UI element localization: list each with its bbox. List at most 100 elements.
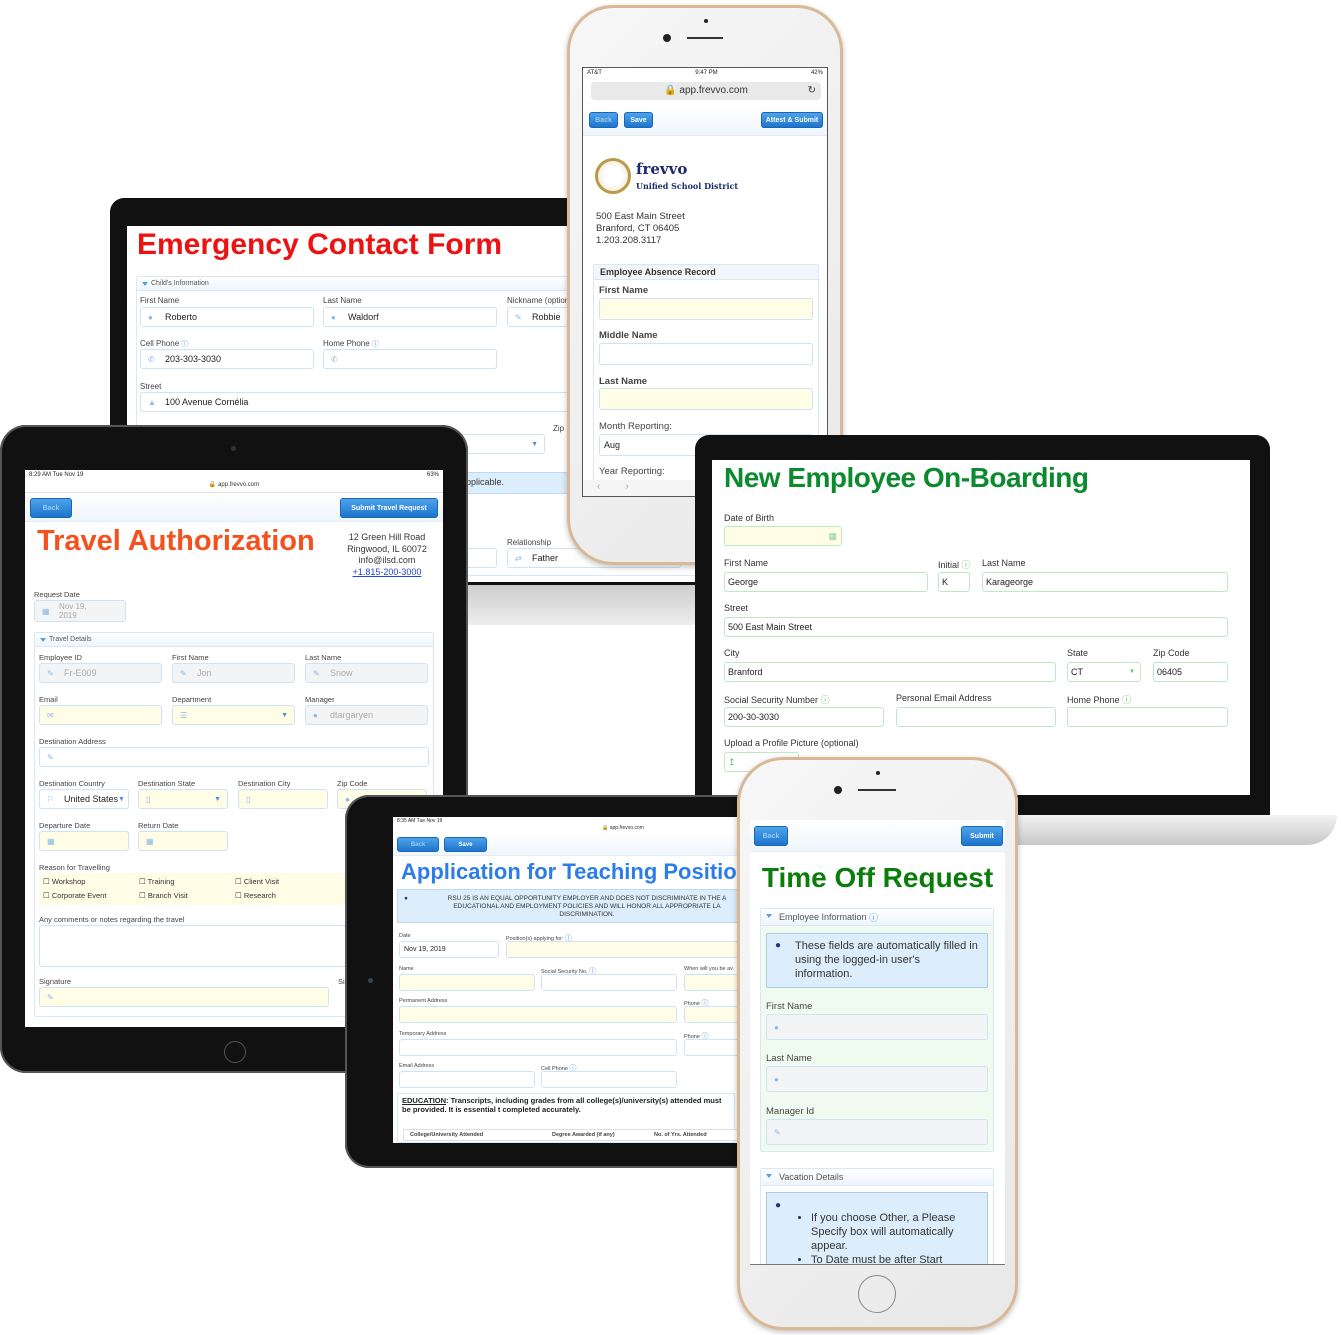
first-name-input[interactable]: ● Roberto xyxy=(140,307,314,327)
label: Client Visit xyxy=(243,877,280,886)
cell-phone-input[interactable]: ✆ 203-303-3030 xyxy=(140,349,314,369)
label: Research xyxy=(243,891,276,900)
envelope-icon: ✉ xyxy=(47,710,54,720)
temporary-address-input[interactable] xyxy=(399,1039,677,1056)
home-button[interactable] xyxy=(858,1275,896,1313)
ssn-input[interactable]: 200-30-3030 xyxy=(724,707,884,727)
initial-input[interactable]: K xyxy=(938,572,970,592)
section-header[interactable]: Vacation Details xyxy=(761,1169,993,1186)
calendar-icon[interactable]: ▦ xyxy=(828,531,837,542)
prev-arrow-icon[interactable]: ‹ xyxy=(597,481,600,492)
date-input[interactable]: Nov 19, 2019 xyxy=(399,941,499,958)
label-zip: Zip xyxy=(553,424,565,433)
toolbar: Back Submit Travel Request xyxy=(25,492,443,522)
save-button[interactable]: Save xyxy=(624,112,653,128)
submit-button[interactable]: Submit xyxy=(961,826,1003,846)
cell-phone-input[interactable] xyxy=(541,1071,677,1088)
first-name-input[interactable] xyxy=(599,298,813,320)
checkbox-training[interactable]: ☐ Training xyxy=(139,877,175,886)
home-button[interactable] xyxy=(224,1041,246,1063)
info-icon[interactable]: ⓘ xyxy=(1122,695,1131,705)
info-icon[interactable]: ⓘ xyxy=(869,911,878,924)
phone-link[interactable]: +1.815-200-3000 xyxy=(337,567,437,579)
checkbox-workshop[interactable]: ☐ Workshop xyxy=(43,877,85,886)
state-select[interactable]: CT ▼ xyxy=(1067,662,1141,682)
last-name-input[interactable]: ● Waldorf xyxy=(323,307,497,327)
city-input[interactable]: Branford xyxy=(724,662,1056,682)
first-name-input[interactable]: George xyxy=(724,572,928,592)
attest-submit-button[interactable]: Attest & Submit xyxy=(761,112,823,128)
laptop-base xyxy=(468,585,708,625)
signature-input[interactable]: ✎ xyxy=(39,987,329,1007)
middle-name-input[interactable] xyxy=(599,343,813,365)
destination-address-input[interactable]: ✎ xyxy=(39,747,429,767)
first-name-input[interactable]: ✎ Jon xyxy=(172,663,295,683)
departure-date-input[interactable]: ▦ xyxy=(39,831,129,851)
destination-city-input[interactable]: ▯ xyxy=(238,789,328,809)
label-dob: Date of Birth xyxy=(724,513,775,523)
home-phone-input[interactable]: ✆ xyxy=(323,349,497,369)
chevron-down-icon: ▼ xyxy=(214,795,221,803)
first-name-input[interactable]: ● xyxy=(766,1014,988,1040)
label-available: When will you be av xyxy=(684,966,733,972)
url-bar[interactable]: 🔒 app.frevvo.com ↻ xyxy=(591,82,821,100)
return-date-input[interactable]: ▦ xyxy=(138,831,228,851)
teaching-form-screen: 8:35 AM Tue Nov 19 🔒 app.frevvo.com Back… xyxy=(393,817,753,1143)
back-button[interactable]: Back xyxy=(397,837,439,852)
email-input[interactable]: ✉ xyxy=(39,705,162,725)
section-header[interactable]: Employee Information ⓘ xyxy=(761,909,993,926)
info-icon[interactable]: ⓘ xyxy=(372,341,379,348)
back-button[interactable]: Back xyxy=(754,826,788,846)
email-input[interactable] xyxy=(399,1071,535,1088)
destination-country-select[interactable]: ⚐ United States ▼ xyxy=(39,789,129,809)
url-bar[interactable]: 🔒 app.frevvo.com xyxy=(393,825,753,831)
user-icon: ● xyxy=(313,710,318,720)
home-phone-input[interactable] xyxy=(1067,707,1228,727)
address-line: Branford, CT 06405 xyxy=(596,223,680,234)
label-temporary-address: Temporary Address xyxy=(399,1031,447,1037)
street-input[interactable]: 500 East Main Street xyxy=(724,617,1228,637)
employee-id-input[interactable]: ✎ Fr-E009 xyxy=(39,663,162,683)
position-input[interactable] xyxy=(506,941,753,958)
label-employee-id: Employee ID xyxy=(39,653,82,662)
info-icon[interactable]: ⓘ xyxy=(962,560,971,570)
request-date-input[interactable]: ▦ Nov 19, 2019 xyxy=(34,600,126,622)
list-icon: ☰ xyxy=(180,710,188,720)
info-icon[interactable]: ⓘ xyxy=(181,341,188,348)
checkbox-research[interactable]: ☐ Research xyxy=(235,891,276,900)
user-icon: ● xyxy=(148,312,153,322)
back-button[interactable]: Back xyxy=(589,112,618,128)
next-arrow-icon[interactable]: › xyxy=(625,481,628,492)
checkbox-client-visit[interactable]: ☐ Client Visit xyxy=(235,877,279,886)
zip-input[interactable]: 06405 xyxy=(1153,662,1228,682)
checkbox-branch-visit[interactable]: ☐ Branch Visit xyxy=(139,891,188,900)
chevron-down-icon: ▼ xyxy=(1129,669,1135,675)
battery: 42% xyxy=(810,70,823,76)
email-input[interactable] xyxy=(896,707,1056,727)
ssn-input[interactable] xyxy=(541,974,677,991)
destination-state-select[interactable]: ▯ ▼ xyxy=(138,789,228,809)
name-input[interactable] xyxy=(399,974,535,991)
label-destination-state: Destination State xyxy=(138,779,196,788)
checkbox-corporate-event[interactable]: ☐ Corporate Event xyxy=(43,891,106,900)
manager-id-input[interactable]: ✎ xyxy=(766,1119,988,1145)
last-name-input[interactable] xyxy=(599,388,813,410)
manager-input[interactable]: ● dtargaryen xyxy=(305,705,428,725)
reload-icon[interactable]: ↻ xyxy=(808,82,816,100)
list-icon: ⇄ xyxy=(515,553,522,563)
last-name-input[interactable]: Karageorge xyxy=(982,572,1228,592)
info-icon[interactable]: ⓘ xyxy=(821,695,830,705)
save-button[interactable]: Save xyxy=(444,837,487,852)
dob-input[interactable]: ▦ xyxy=(724,526,842,546)
url-bar[interactable]: 🔒 app.frevvo.com xyxy=(25,481,443,488)
notice-box: ● RSU 25 IS AN EQUAL OPPORTUNITY EMPLOYE… xyxy=(397,889,753,923)
permanent-address-input[interactable] xyxy=(399,1006,677,1023)
form-title: Time Off Request xyxy=(761,862,994,893)
section-header[interactable]: Travel Details xyxy=(35,633,433,647)
department-select[interactable]: ☰ ▼ xyxy=(172,705,295,725)
road-icon: ▲ xyxy=(148,397,156,407)
back-button[interactable]: Back xyxy=(30,498,72,518)
last-name-input[interactable]: ✎ Snow xyxy=(305,663,428,683)
submit-travel-request-button[interactable]: Submit Travel Request xyxy=(340,498,438,518)
last-name-input[interactable]: ● xyxy=(766,1066,988,1092)
